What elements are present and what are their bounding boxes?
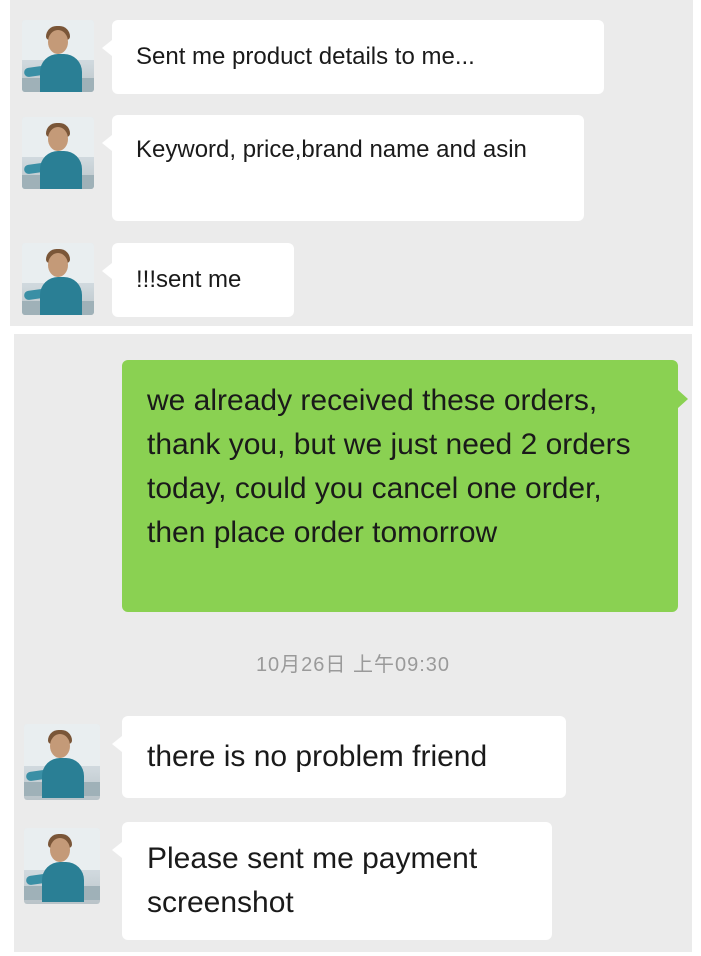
incoming-message-bubble[interactable]: !!!sent me xyxy=(102,243,294,317)
message-text: !!!sent me xyxy=(136,266,242,293)
message-text: there is no problem friend xyxy=(147,740,488,773)
message-timestamp: 10月26日 上午09:30 xyxy=(255,654,451,676)
incoming-message-bubble[interactable]: Keyword, price,brand name and asin xyxy=(102,115,584,221)
message-text: we already received these orders, thank … xyxy=(147,384,631,549)
outgoing-message-bubble[interactable]: we already received these orders, thank … xyxy=(122,360,688,612)
message-text: Sent me product details to me... xyxy=(136,43,475,70)
incoming-message-bubble[interactable]: there is no problem friend xyxy=(112,716,566,798)
contact-avatar-icon[interactable] xyxy=(24,828,100,904)
contact-avatar-icon[interactable] xyxy=(22,117,94,189)
incoming-message-bubble[interactable]: Please sent me payment screenshot xyxy=(112,822,552,940)
chat-panel-top: Sent me product details to me... Keyword… xyxy=(10,0,693,326)
message-text: Keyword, price,brand name and asin xyxy=(136,136,527,163)
chat-panel-bottom: we already received these orders, thank … xyxy=(14,334,692,952)
incoming-message-bubble[interactable]: Sent me product details to me... xyxy=(102,20,604,94)
contact-avatar-icon[interactable] xyxy=(24,724,100,800)
contact-avatar-icon[interactable] xyxy=(22,20,94,92)
message-text: Please sent me payment screenshot xyxy=(147,842,478,919)
contact-avatar-icon[interactable] xyxy=(22,243,94,315)
